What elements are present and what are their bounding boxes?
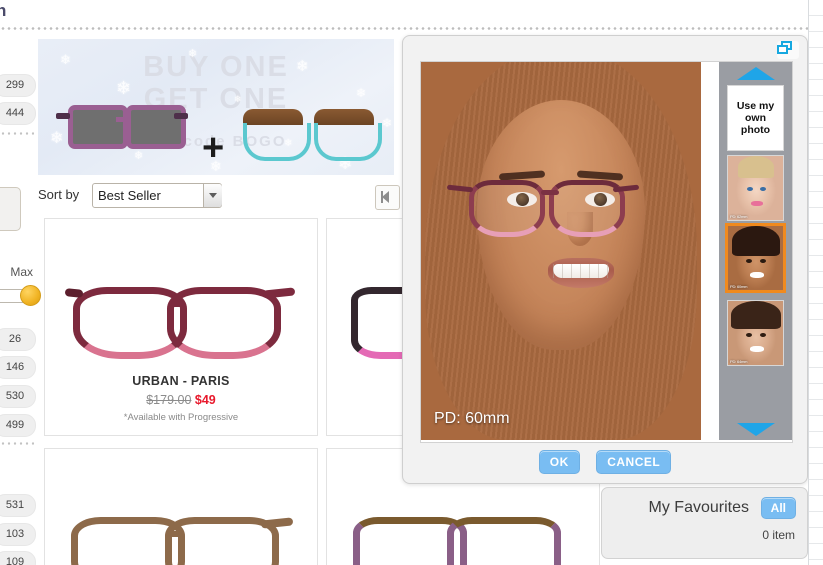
snowflake-icon: ❄: [60, 52, 71, 67]
ok-button[interactable]: OK: [538, 450, 580, 474]
filter-input-box[interactable]: [0, 187, 21, 231]
filter-count-badge[interactable]: 103: [0, 523, 36, 546]
tryon-stage: PD: 60mm Use my own photo PD: 62mm PD: 6…: [420, 61, 793, 443]
thumbnail-pd-label: PD: 60mm: [730, 284, 748, 289]
thumbnail-use-own-photo[interactable]: Use my own photo: [727, 85, 784, 151]
thumbnail-model-selected[interactable]: PD: 60mm: [725, 223, 786, 293]
thumbnail-pd-label: PD: 64mm: [730, 359, 748, 364]
thumbnail-model[interactable]: PD: 64mm: [727, 300, 784, 366]
price-slider-handle[interactable]: [20, 285, 41, 306]
tryon-lens-left: [469, 180, 545, 237]
filter-count-badge[interactable]: 109: [0, 551, 36, 565]
pd-measurement-label: PD: 60mm: [434, 410, 510, 427]
arrow-down-icon[interactable]: [737, 423, 775, 436]
filter-count-badge[interactable]: 146: [0, 356, 36, 379]
product-price: $179.00 $49: [45, 393, 317, 407]
snowflake-icon: ❄: [188, 48, 198, 60]
first-page-button[interactable]: [375, 185, 400, 210]
snowflake-icon: ❄: [296, 58, 309, 75]
left-arrow-icon: [382, 191, 389, 203]
use-own-photo-label: Use my own photo: [736, 100, 775, 136]
product-old-price: $179.00: [146, 393, 192, 407]
sidebar-divider: [0, 442, 34, 445]
page-root: n 299 444 Max 26 146 530 499 531 103 109…: [0, 0, 823, 565]
filter-count-badge[interactable]: 444: [0, 102, 36, 125]
model-teeth: [553, 264, 609, 278]
product-name: URBAN - PARIS: [132, 374, 230, 388]
filter-count-badge[interactable]: 499: [0, 414, 36, 437]
model-thumbnail-rail: Use my own photo PD: 62mm PD: 60mm PD: 6…: [719, 62, 792, 440]
page-title: n: [0, 1, 7, 20]
sort-select[interactable]: Best Seller: [92, 183, 222, 208]
thumbnail-model-image: [728, 226, 783, 290]
filter-count-badge[interactable]: 531: [0, 494, 36, 517]
filter-count-badge[interactable]: 26: [0, 328, 36, 351]
restore-window-button[interactable]: [777, 41, 799, 59]
tryon-bridge: [541, 190, 559, 195]
snowflake-icon: ❄: [382, 116, 393, 130]
favourites-all-button[interactable]: All: [760, 497, 796, 519]
arrow-up-icon[interactable]: [737, 67, 775, 80]
promo-plus-symbol: +: [202, 127, 225, 169]
snowflake-icon: ❄: [50, 130, 64, 147]
thumbnail-model-image: [728, 156, 783, 220]
promo-banner[interactable]: BUY ONE GET ONE use code BOGO ❄ ❄ ❄ ❄ ❄ …: [38, 39, 394, 175]
product-note: *Available with Progressive: [123, 412, 239, 423]
favourites-panel: My Favourites All 0 item: [601, 487, 808, 559]
product-card[interactable]: [44, 448, 318, 565]
sidebar-divider: [0, 132, 34, 135]
virtual-tryon-dialog: PD: 60mm Use my own photo PD: 62mm PD: 6…: [402, 35, 808, 484]
page-right-edge: [808, 0, 823, 565]
sort-by-label: Sort by: [38, 187, 80, 202]
snowflake-icon: ❄: [116, 78, 132, 98]
tryon-model-photo[interactable]: PD: 60mm: [421, 62, 701, 440]
header-divider: [0, 27, 809, 30]
page-header: n: [0, 0, 809, 30]
product-sale-price: $49: [194, 393, 216, 407]
favourites-title: My Favourites: [648, 499, 749, 516]
favourites-count: 0 item: [762, 528, 795, 542]
dialog-actions: OK CANCEL: [403, 450, 807, 474]
promo-watermark-line1: BUY ONE: [143, 51, 289, 83]
thumbnail-model[interactable]: PD: 62mm: [727, 155, 784, 221]
filter-count-badge[interactable]: 530: [0, 385, 36, 408]
thumbnail-pd-label: PD: 62mm: [730, 214, 748, 219]
restore-window-icon: [777, 41, 792, 54]
filter-count-badge[interactable]: 299: [0, 74, 36, 97]
product-card[interactable]: URBAN - PARIS $179.00 $49 *Available wit…: [44, 218, 318, 436]
snowflake-icon: ❄: [234, 94, 242, 104]
range-max-label: Max: [10, 265, 33, 279]
thumbnail-model-image: [728, 301, 783, 365]
sort-toolbar: Sort by Best Seller: [38, 183, 398, 211]
cancel-button[interactable]: CANCEL: [596, 450, 672, 474]
snowflake-icon: ❄: [134, 150, 144, 162]
snowflake-icon: ❄: [356, 86, 367, 100]
filter-sidebar: 299 444 Max 26 146 530 499 531 103 109: [0, 30, 41, 565]
model-mouth: [548, 258, 614, 288]
